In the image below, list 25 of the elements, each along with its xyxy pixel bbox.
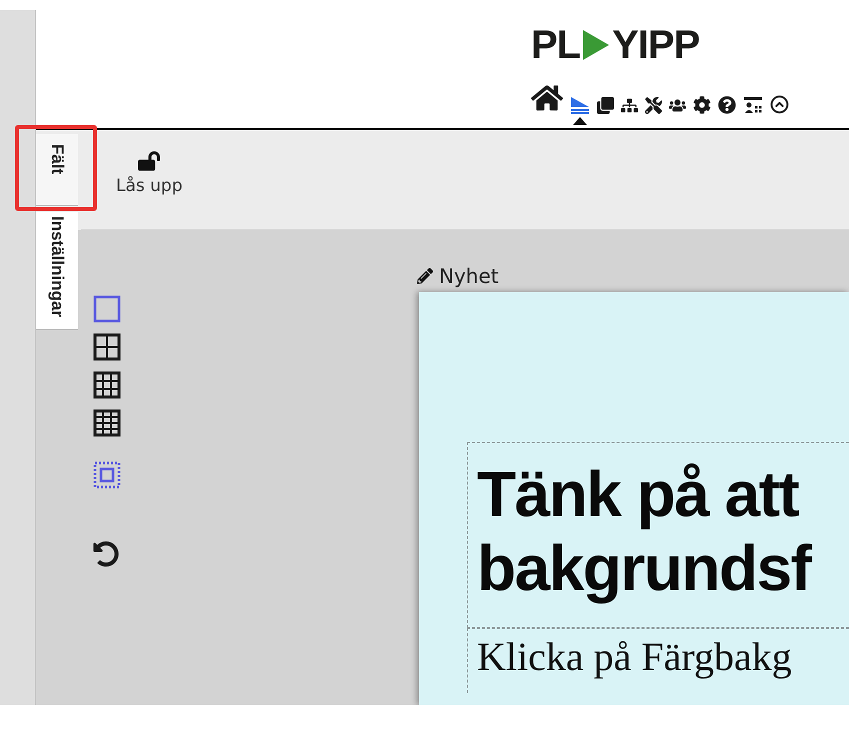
- side-tab[interactable]: Inställningar: [36, 212, 78, 330]
- unlocked-padlock-icon: [138, 150, 160, 172]
- tools-icon: [645, 97, 662, 114]
- side-tab[interactable]: Fält: [36, 134, 78, 206]
- layout-grid-icon[interactable]: [93, 333, 121, 361]
- users-icon: [669, 97, 686, 114]
- slide-label: Nyhet: [439, 264, 499, 288]
- slide-heading: bakgrundsf: [477, 531, 810, 605]
- layout-grid-icon[interactable]: [93, 409, 121, 437]
- play-icon: [581, 28, 612, 62]
- settings-icon: [693, 96, 711, 114]
- help-icon: [718, 96, 736, 114]
- undo-icon[interactable]: [93, 541, 119, 567]
- pencil-icon[interactable]: [417, 268, 433, 284]
- windows-icon: [597, 97, 614, 114]
- chevron-circle-icon: [770, 95, 789, 114]
- logo: PL YIPP: [531, 24, 700, 66]
- slide-body-text: Klicka på Färgbakg: [477, 633, 792, 680]
- unlock-button[interactable]: Lås upp: [114, 150, 185, 196]
- calendar-icon: [743, 96, 763, 114]
- layout-grid-icon[interactable]: [93, 371, 121, 399]
- padding-icon[interactable]: [93, 461, 121, 489]
- sitemap-icon: [621, 97, 638, 114]
- slide-heading: Tänk på att: [477, 457, 798, 531]
- layout-icon: [570, 96, 590, 114]
